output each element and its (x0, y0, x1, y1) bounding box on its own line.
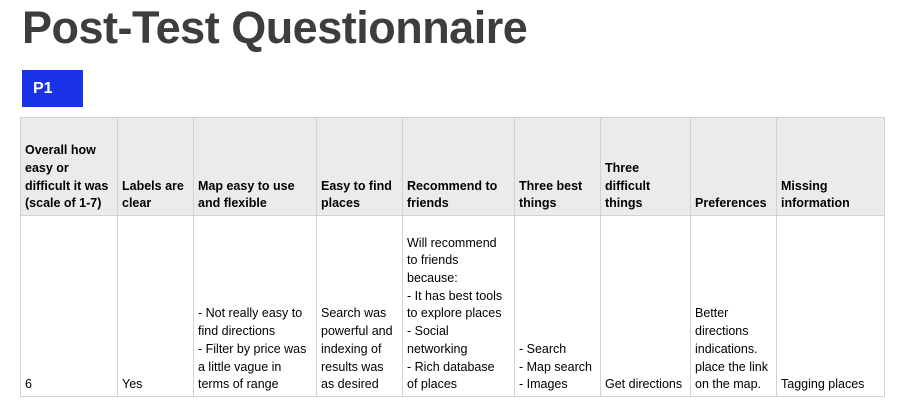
page-title: Post-Test Questionnaire (22, 2, 528, 53)
header-missing-info: Missing information (776, 117, 885, 216)
cell-line: Better (695, 306, 729, 321)
cell-line: a little vague in (198, 359, 282, 374)
cell-easy-find: Search was powerful and indexing of resu… (316, 215, 403, 397)
header-preferences: Preferences (690, 117, 777, 216)
header-line: Three (605, 160, 640, 175)
header-line: difficult (605, 178, 651, 193)
cell-line: to friends (407, 253, 459, 268)
cell-overall-ease: 6 (20, 215, 118, 397)
cell-line: 6 (25, 377, 32, 392)
cell-line: place the link (695, 359, 768, 374)
cell-map-easy: - Not really easy to find directions - F… (193, 215, 317, 397)
cell-line: Will recommend (407, 235, 497, 250)
header-line: easy or (25, 160, 69, 175)
cell-line: - Search (519, 341, 567, 356)
cell-line: - Social (407, 324, 449, 339)
header-map-easy: Map easy to use and flexible (193, 117, 317, 216)
header-line: and flexible (198, 196, 267, 211)
cell-three-difficult: Get directions (600, 215, 691, 397)
cell-preferences: Better directions indications. place the… (690, 215, 777, 397)
header-line: Map easy to use (198, 178, 295, 193)
header-line: Overall how (25, 143, 96, 158)
header-row: Overall how easy or difficult it was (sc… (20, 117, 885, 216)
header-line: Three best (519, 178, 583, 193)
cell-line: powerful and (321, 324, 393, 339)
header-recommend: Recommend to friends (402, 117, 515, 216)
cell-line: - It has best tools (407, 288, 503, 303)
cell-line: on the map. (695, 377, 762, 392)
header-line: (scale of 1-7) (25, 196, 102, 211)
cell-line: - Rich database (407, 359, 495, 374)
header-labels-clear: Labels are clear (117, 117, 194, 216)
cell-line: as desired (321, 377, 379, 392)
header-line: places (321, 196, 360, 211)
header-line: Missing (781, 178, 828, 193)
header-line: Labels are (122, 178, 184, 193)
cell-line: - Not really easy to (198, 306, 303, 321)
cell-three-best: - Search - Map search - Images (514, 215, 601, 397)
cell-line: - Filter by price was (198, 341, 307, 356)
cell-line: indications. (695, 341, 758, 356)
table-row: 6 Yes - Not really easy to find directio… (20, 215, 885, 397)
cell-line: find directions (198, 324, 276, 339)
questionnaire-table: Overall how easy or difficult it was (sc… (20, 117, 885, 397)
header-easy-find: Easy to find places (316, 117, 403, 216)
cell-line: Search was (321, 306, 387, 321)
cell-recommend: Will recommend to friends because: - It … (402, 215, 515, 397)
header-line: Recommend to (407, 178, 498, 193)
header-line: Preferences (695, 196, 767, 211)
header-line: things (519, 196, 557, 211)
cell-line: Get directions (605, 377, 683, 392)
cell-labels-clear: Yes (117, 215, 194, 397)
cell-line: networking (407, 341, 468, 356)
cell-line: directions (695, 324, 749, 339)
header-line: friends (407, 196, 449, 211)
header-line: things (605, 196, 643, 211)
header-three-difficult: Three difficult things (600, 117, 691, 216)
cell-line: - Map search (519, 359, 592, 374)
cell-line: of places (407, 377, 458, 392)
cell-line: results was (321, 359, 384, 374)
header-line: Easy to find (321, 178, 392, 193)
header-line: clear (122, 196, 152, 211)
cell-line: Tagging places (781, 377, 865, 392)
cell-line: to explore places (407, 306, 502, 321)
participant-badge: P1 (22, 70, 83, 107)
header-three-best: Three best things (514, 117, 601, 216)
header-line: information (781, 196, 850, 211)
header-line: difficult it was (25, 178, 109, 193)
header-overall-ease: Overall how easy or difficult it was (sc… (20, 117, 118, 216)
cell-line: because: (407, 271, 458, 286)
cell-line: Yes (122, 377, 143, 392)
cell-line: - Images (519, 377, 568, 392)
participant-badge-label: P1 (33, 79, 53, 97)
cell-missing-info: Tagging places (776, 215, 885, 397)
cell-line: indexing of (321, 341, 382, 356)
cell-line: terms of range (198, 377, 279, 392)
